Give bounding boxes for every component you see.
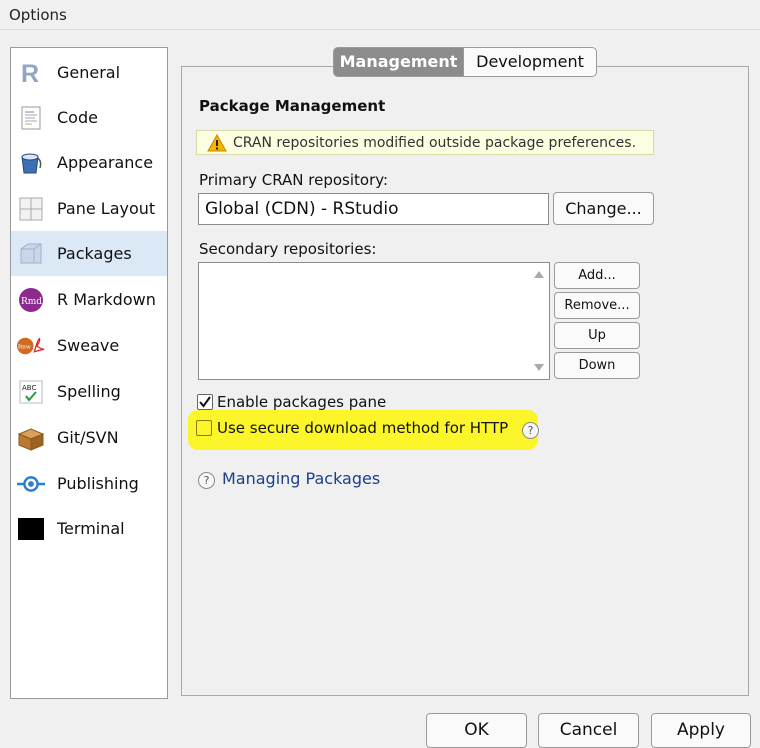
- remove-repo-button[interactable]: Remove...: [554, 292, 640, 319]
- change-button[interactable]: Change...: [553, 192, 654, 225]
- scrollbar[interactable]: [529, 263, 549, 379]
- enable-packages-pane-label: Enable packages pane: [217, 393, 387, 411]
- sidebar-item-label: Pane Layout: [57, 199, 156, 218]
- warning-icon: [207, 133, 227, 152]
- pane-layout-icon: [17, 195, 45, 223]
- sidebar-item-git-svn[interactable]: Git/SVN: [11, 415, 167, 460]
- svg-text:ABC: ABC: [22, 384, 36, 392]
- sidebar-item-publishing[interactable]: Publishing: [11, 461, 167, 506]
- terminal-icon: [17, 515, 45, 543]
- tab-development[interactable]: Development: [463, 47, 597, 77]
- managing-packages-link[interactable]: Managing Packages: [222, 469, 380, 488]
- sidebar-item-label: General: [57, 63, 121, 82]
- git-box-icon: [17, 424, 45, 452]
- apply-button[interactable]: Apply: [651, 713, 751, 748]
- sidebar-item-label: Publishing: [57, 474, 139, 493]
- packages-panel: [181, 66, 749, 696]
- add-repo-button[interactable]: Add...: [554, 262, 640, 289]
- options-sidebar: R General Code Appearance Pane Layout Pa…: [10, 47, 168, 699]
- warning-text: CRAN repositories modified outside packa…: [233, 134, 637, 151]
- abc-check-icon: ABC: [17, 378, 45, 406]
- cancel-button[interactable]: Cancel: [538, 713, 639, 748]
- move-up-button[interactable]: Up: [554, 322, 640, 349]
- sidebar-item-pane-layout[interactable]: Pane Layout: [11, 186, 167, 231]
- window-title: Options: [0, 0, 760, 30]
- svg-text:Rnw: Rnw: [18, 344, 31, 350]
- scroll-up-icon[interactable]: [534, 271, 544, 278]
- checkmark-icon: [199, 396, 211, 408]
- sidebar-item-packages[interactable]: Packages: [11, 231, 167, 276]
- sidebar-item-r-markdown[interactable]: Rmd R Markdown: [11, 277, 167, 322]
- sidebar-item-label: Packages: [57, 244, 132, 263]
- scroll-down-icon[interactable]: [534, 364, 544, 371]
- sidebar-item-label: Sweave: [57, 336, 120, 355]
- secure-download-label: Use secure download method for HTTP: [217, 419, 509, 437]
- sidebar-item-spelling[interactable]: ABC Spelling: [11, 369, 167, 414]
- svg-text:R: R: [21, 60, 39, 86]
- sidebar-item-label: Code: [57, 108, 98, 127]
- secondary-repos-label: Secondary repositories:: [199, 240, 377, 258]
- sidebar-item-appearance[interactable]: Appearance: [11, 140, 167, 185]
- help-icon[interactable]: ?: [522, 422, 539, 439]
- tab-management[interactable]: Management: [333, 47, 464, 77]
- publishing-icon: [17, 470, 45, 498]
- sidebar-item-terminal[interactable]: Terminal: [11, 506, 167, 551]
- help-icon[interactable]: ?: [198, 472, 215, 489]
- primary-repo-label: Primary CRAN repository:: [199, 171, 389, 189]
- secure-download-checkbox[interactable]: [196, 420, 212, 436]
- move-down-button[interactable]: Down: [554, 352, 640, 379]
- section-heading: Package Management: [199, 97, 386, 115]
- enable-packages-pane-checkbox[interactable]: [197, 394, 213, 410]
- paint-bucket-icon: [17, 149, 45, 177]
- package-box-icon: [17, 240, 45, 268]
- sidebar-item-label: Terminal: [57, 519, 125, 538]
- sidebar-item-label: Appearance: [57, 153, 154, 172]
- sidebar-item-label: R Markdown: [57, 290, 156, 309]
- secondary-repos-list[interactable]: [198, 262, 550, 380]
- sidebar-item-sweave[interactable]: Rnw Sweave: [11, 323, 167, 368]
- sweave-pdf-icon: Rnw: [17, 332, 45, 360]
- sidebar-item-general[interactable]: R General: [11, 50, 167, 95]
- primary-repo-field[interactable]: Global (CDN) - RStudio: [198, 193, 549, 225]
- svg-text:Rmd: Rmd: [21, 297, 42, 307]
- sidebar-item-label: Git/SVN: [57, 428, 119, 447]
- r-logo-icon: R: [17, 59, 45, 87]
- sidebar-item-code[interactable]: Code: [11, 95, 167, 140]
- sidebar-item-label: Spelling: [57, 382, 121, 401]
- warning-banner: CRAN repositories modified outside packa…: [196, 130, 654, 155]
- ok-button[interactable]: OK: [426, 713, 527, 748]
- code-document-icon: [17, 104, 45, 132]
- rmd-icon: Rmd: [17, 286, 45, 314]
